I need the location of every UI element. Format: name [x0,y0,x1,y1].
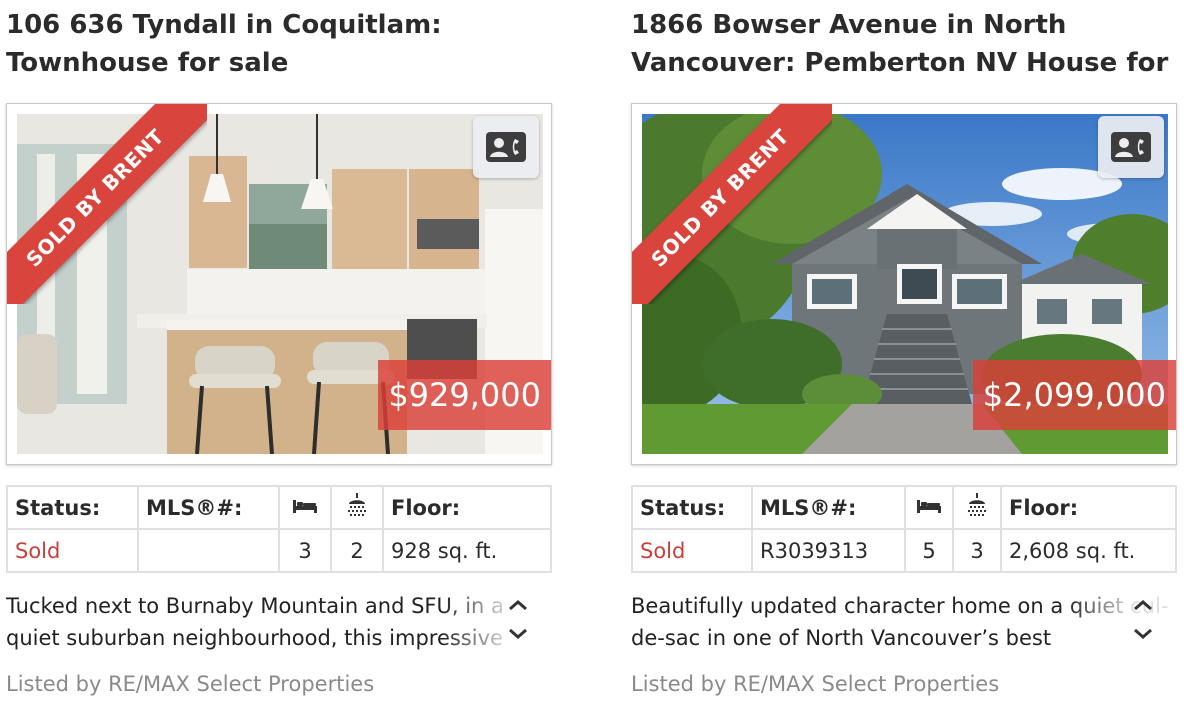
listing-photo-frame[interactable]: SOLD BY BRENT $929,000 [6,103,552,465]
mls-header: MLS®#: [751,485,906,530]
listing-info-table: Status: MLS®#: [6,485,552,573]
contact-card-icon [1111,132,1151,162]
status-value: Sold [6,528,139,573]
listing-price: $2,099,000 [972,360,1176,430]
mls-value [137,528,280,573]
chevron-down-icon[interactable] [508,625,528,644]
listing-card[interactable]: 106 636 Tyndall in Coquitlam: Townhouse … [6,0,552,696]
listing-title[interactable]: 106 636 Tyndall in Coquitlam: Townhouse … [6,0,552,86]
bathrooms-header [952,485,1002,530]
floor-value: 2,608 sq. ft. [1000,528,1177,573]
description-scroll-controls [506,596,530,644]
listing-price: $929,000 [378,360,551,430]
mls-value: R3039313 [751,528,906,573]
contact-card-icon [486,132,526,162]
listing-description: Tucked next to Burnaby Mountain and SFU,… [6,594,504,650]
floor-value: 928 sq. ft. [382,528,552,573]
table-row: Sold 3 2 928 sq. ft. [6,528,552,573]
table-row: Sold R3039313 5 3 2,608 sq. ft. [631,528,1177,573]
bathrooms-header [330,485,384,530]
bedrooms-value: 5 [904,528,954,573]
bedrooms-header [278,485,332,530]
bed-icon [917,499,941,513]
status-header: Status: [6,485,139,530]
bathrooms-value: 2 [330,528,384,573]
mls-header: MLS®#: [137,485,280,530]
table-header-row: Status: MLS®#: Floor: [631,485,1177,530]
chevron-up-icon[interactable] [508,596,528,615]
table-header-row: Status: MLS®#: Floor: [6,485,552,530]
status-header: Status: [631,485,753,530]
chevron-up-icon[interactable] [1133,596,1153,615]
bed-icon [293,499,317,513]
contact-button[interactable] [473,116,539,178]
status-value: Sold [631,528,753,573]
listing-description: Beautifully updated character home on a … [631,594,1169,650]
description-scroll-controls [1131,596,1155,644]
floor-header: Floor: [1000,485,1177,530]
bedrooms-header [904,485,954,530]
bathrooms-value: 3 [952,528,1002,573]
listing-info-table: Status: MLS®#: [631,485,1177,573]
floor-header: Floor: [382,485,552,530]
shower-icon [348,493,366,516]
bedrooms-value: 3 [278,528,332,573]
contact-button[interactable] [1098,116,1164,178]
listed-by: Listed by RE/MAX Select Properties [6,672,375,696]
chevron-down-icon[interactable] [1133,625,1153,644]
listing-photo-frame[interactable]: SOLD BY BRENT $2,099,000 [631,103,1177,465]
listed-by: Listed by RE/MAX Select Properties [631,672,1000,696]
shower-icon [968,493,986,516]
listing-card[interactable]: 1866 Bowser Avenue in North Vancouver: P… [631,0,1177,696]
listing-title[interactable]: 1866 Bowser Avenue in North Vancouver: P… [631,0,1177,86]
